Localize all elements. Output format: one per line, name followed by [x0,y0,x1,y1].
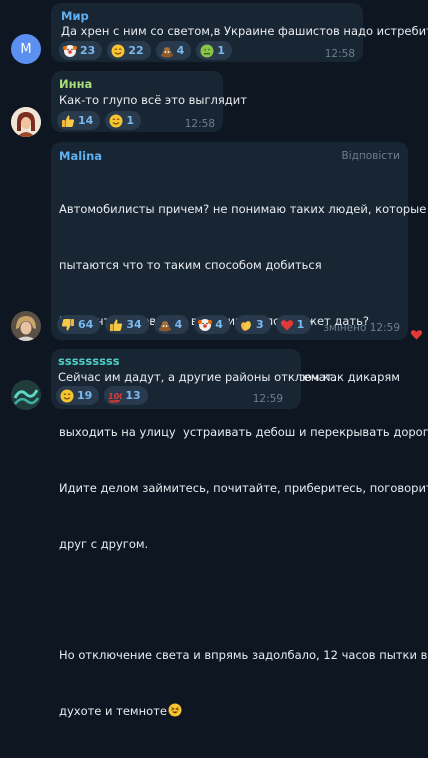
edited-label: змінено [323,322,367,334]
reaction-chip[interactable]: 23 [59,41,103,60]
reactions-bar: 64 34 4 4 3 1 [57,315,312,334]
reaction-chip[interactable]: 4 [194,315,230,334]
reaction-count: 4 [176,44,185,57]
message-time: 12:58 [324,48,355,60]
message-bubble[interactable]: sssssssss Сейчас им дадут, а другие райо… [51,349,336,409]
message-bubble[interactable]: Мир Да хрен с ним со светом,в Украине фа… [51,3,428,62]
reaction-count: 22 [128,44,144,57]
reaction-count: 19 [77,389,93,402]
squinting-laughing-face-icon [168,703,182,717]
reaction-chip[interactable]: 4 [155,41,192,60]
message-line: Автомобилисты причем? не понимаю таких л… [59,202,427,217]
message-line: Но отключение света и впрямь задолбало, … [59,648,428,663]
hundred-points-icon: 100 [108,389,122,403]
thumbs-up-icon [109,318,123,332]
reaction-count: 4 [215,318,223,331]
message-line: выходить на улицу устраивать дебош и пер… [59,425,428,440]
avatar[interactable] [11,107,41,137]
avatar[interactable] [11,380,41,410]
pile-of-poo-icon [158,318,172,332]
thumbs-down-icon [61,318,75,332]
smiling-face-icon [109,114,123,128]
message-line [59,591,428,610]
reaction-count: 1 [217,44,225,57]
reaction-count: 1 [126,114,134,127]
message-bubble[interactable]: Malina Відповісти Автомобилисты причем? … [51,142,428,718]
reaction-chip[interactable]: 100 13 [104,386,148,405]
reaction-count: 4 [174,318,183,331]
reaction-chip[interactable]: 3 [234,315,271,334]
reaction-count: 14 [78,114,94,127]
reaction-chip[interactable]: 1 [275,315,312,334]
red-heart-icon[interactable] [410,326,424,340]
avatar-letter: M [20,41,32,57]
reactions-bar: 19 100 13 [56,386,148,405]
reaction-chip[interactable]: 14 [57,111,101,130]
message-text: Автомобилисты причем? не понимаю таких л… [59,163,428,758]
avatar[interactable]: M [11,34,41,64]
message-line: пытаются что то таким способом добиться [59,257,322,272]
message-line-with-emoji: духоте и темноте [59,702,428,721]
svg-text:100: 100 [108,392,122,401]
reaction-chip[interactable]: 4 [153,315,190,334]
reaction-count: 34 [126,318,142,331]
message-time: 12:59 [369,322,400,334]
sender-name[interactable]: Инна [59,77,92,91]
reaction-chip[interactable]: 22 [107,41,151,60]
avatar[interactable] [11,311,41,341]
smiling-face-icon [111,44,125,58]
message-time: 12:58 [184,118,215,130]
reaction-chip[interactable]: 19 [56,386,100,405]
smiling-face-icon [60,389,74,403]
reaction-chip[interactable]: 1 [196,41,232,60]
reaction-count: 3 [255,318,264,331]
sender-name[interactable]: Мир [61,9,89,23]
reaction-chip[interactable]: 34 [105,315,149,334]
message-text: Сейчас им дадут, а другие районы отключа… [58,370,336,384]
message-line: Идите делом займитесь, почитайте, прибер… [59,481,428,496]
thumbs-up-icon [61,114,75,128]
message-bubble[interactable]: Инна Как-то глупо всё это выглядит 14 1 … [51,71,247,132]
clapping-hands-icon [239,318,253,332]
clown-face-icon [63,44,77,58]
reaction-count: 64 [78,318,94,331]
nauseated-face-icon [200,44,214,58]
sender-name[interactable]: sssssssss [58,354,120,368]
message-text: Как-то глупо всё это выглядит [59,93,247,107]
pile-of-poo-icon [160,44,174,58]
message-time-meta: змінено 12:59 [323,322,400,334]
message-line: друг с другом. [59,536,149,551]
reaction-chip[interactable]: 1 [105,111,141,130]
reaction-count: 23 [80,44,96,57]
sender-name[interactable]: Malina [59,149,102,163]
message-line: духоте и темноте [59,704,167,719]
reactions-bar: 23 22 4 1 [59,41,232,60]
reaction-count: 1 [296,318,305,331]
reactions-bar: 14 1 [57,111,141,130]
message-text: Да хрен с ним со светом,в Украине фашист… [61,24,428,38]
red-heart-icon [280,318,294,332]
clown-face-icon [198,318,213,332]
reply-button[interactable]: Відповісти [342,150,401,162]
reaction-count: 13 [125,389,141,402]
reaction-chip[interactable]: 64 [57,315,101,334]
message-time: 12:59 [252,393,283,405]
